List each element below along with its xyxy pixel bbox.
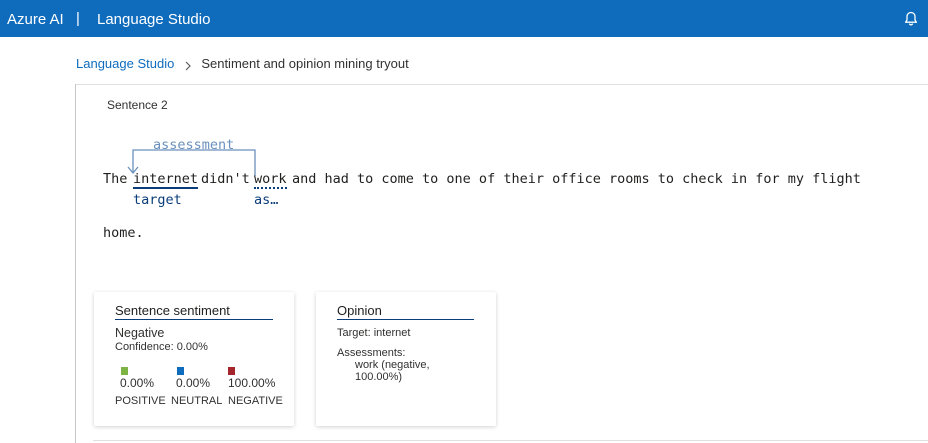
sentence-sentiment-card: Sentence sentiment Negative Confidence: … bbox=[94, 292, 294, 426]
opinion-title-underline bbox=[337, 319, 474, 320]
brand-label[interactable]: Azure AI bbox=[7, 11, 64, 28]
header-separator: | bbox=[76, 10, 80, 27]
confidence-text: Confidence: 0.00% bbox=[115, 341, 208, 353]
token-work-assessment[interactable]: work bbox=[254, 171, 287, 189]
overall-sentiment: Negative bbox=[115, 326, 165, 340]
sentence-rest: and had to come to one of their office r… bbox=[292, 171, 861, 187]
breadcrumb-current-page: Sentiment and opinion mining tryout bbox=[201, 56, 409, 71]
sentence-label: Sentence 2 bbox=[107, 98, 168, 112]
neutral-swatch bbox=[177, 367, 184, 375]
target-label: Target: bbox=[337, 327, 371, 339]
positive-score: 0.00% bbox=[120, 376, 155, 390]
negative-score: 100.00% bbox=[228, 376, 276, 390]
token-internet-target[interactable]: internet bbox=[133, 171, 199, 189]
target-tag: target bbox=[133, 192, 182, 208]
sentiment-card-title: Sentence sentiment bbox=[115, 303, 230, 318]
top-bar: Azure AI | Language Studio bbox=[0, 0, 928, 37]
product-title[interactable]: Language Studio bbox=[97, 11, 210, 28]
bell-icon[interactable] bbox=[902, 10, 920, 28]
target-value: internet bbox=[373, 327, 411, 339]
token-didnt: didn't bbox=[201, 171, 250, 187]
neutral-score: 0.00% bbox=[176, 376, 211, 390]
token-the: The bbox=[103, 171, 128, 187]
positive-swatch bbox=[121, 367, 128, 375]
assessments-label: Assessments: bbox=[337, 347, 406, 359]
sentence-line-2: home. bbox=[103, 225, 144, 241]
opinion-card: Opinion Target: internet Assessments: wo… bbox=[316, 292, 496, 426]
header-divider bbox=[76, 84, 928, 85]
content-left-rule bbox=[75, 84, 76, 443]
opinion-card-title: Opinion bbox=[337, 303, 382, 318]
negative-swatch bbox=[228, 367, 235, 375]
positive-label: POSITIVE bbox=[115, 395, 166, 407]
assessment-line-2: 100.00%) bbox=[355, 371, 403, 383]
opinion-target-row: Target: internet bbox=[337, 327, 410, 339]
breadcrumb-language-studio-link[interactable]: Language Studio bbox=[76, 56, 174, 71]
chevron-right-icon bbox=[183, 59, 193, 70]
neutral-label: NEUTRAL bbox=[171, 395, 223, 407]
sentiment-title-underline bbox=[115, 319, 273, 320]
negative-label: NEGATIVE bbox=[228, 395, 283, 407]
assessment-tag: as… bbox=[254, 192, 279, 208]
breadcrumb: Language Studio Sentiment and opinion mi… bbox=[76, 56, 409, 71]
bottom-divider bbox=[93, 440, 928, 441]
assessment-line-1: work (negative, bbox=[355, 359, 430, 371]
